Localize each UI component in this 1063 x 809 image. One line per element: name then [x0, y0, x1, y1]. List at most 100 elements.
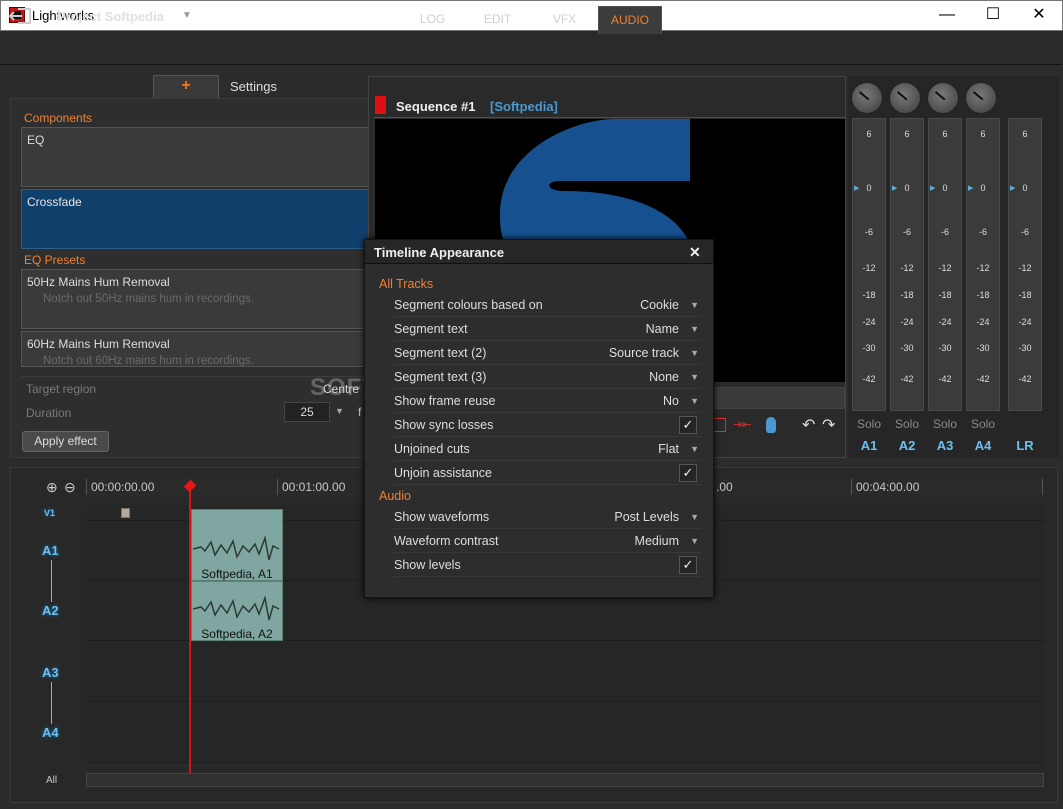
- solo-button[interactable]: Solo: [851, 417, 887, 431]
- minimize-button[interactable]: —: [924, 0, 970, 30]
- chevron-down-icon[interactable]: ▼: [690, 300, 699, 310]
- project-title[interactable]: Project Softpedia: [57, 9, 164, 24]
- chevron-down-icon[interactable]: ▼: [690, 512, 699, 522]
- preset-item[interactable]: 60Hz Mains Hum Removal Notch out 60Hz ma…: [21, 331, 369, 367]
- setting-label: Show waveforms: [394, 510, 490, 524]
- setting-dropdown-value[interactable]: Post Levels: [614, 510, 679, 524]
- chevron-down-icon[interactable]: ▼: [690, 372, 699, 382]
- pan-knob[interactable]: [927, 82, 959, 114]
- dialog-section-heading: All Tracks: [379, 277, 434, 291]
- setting-row[interactable]: Unjoin assistance ✓: [393, 462, 701, 485]
- setting-row[interactable]: Show waveforms Post Levels ▼: [393, 506, 701, 529]
- split-icon[interactable]: ⇥⇤: [733, 418, 753, 432]
- setting-dropdown-value[interactable]: Medium: [635, 534, 679, 548]
- pan-knob[interactable]: [965, 82, 997, 114]
- all-tracks-button[interactable]: All: [46, 775, 57, 786]
- setting-dropdown-value[interactable]: Cookie: [640, 298, 679, 312]
- viewer-status-bar: [706, 387, 845, 409]
- track-label-a4[interactable]: A4: [42, 725, 59, 740]
- project-menu-chevron-icon[interactable]: ▼: [182, 10, 192, 21]
- chevron-down-icon[interactable]: ▼: [690, 444, 699, 454]
- duration-chevron-down-icon[interactable]: ▼: [335, 406, 344, 416]
- audio-clip-a2[interactable]: Softpedia, A2: [191, 581, 283, 641]
- setting-dropdown-value[interactable]: Name: [646, 322, 679, 336]
- solo-button[interactable]: Solo: [927, 417, 963, 431]
- tab-vfx[interactable]: VFX: [537, 6, 592, 34]
- ruler-timecode: 00:01:00.00: [282, 480, 346, 494]
- setting-checkbox[interactable]: ✓: [679, 464, 697, 482]
- fader-handle-icon[interactable]: ▶: [854, 184, 859, 192]
- setting-row[interactable]: Segment text (3) None ▼: [393, 366, 701, 389]
- tab-edit[interactable]: EDIT: [470, 6, 525, 34]
- pan-knob[interactable]: [889, 82, 921, 114]
- tab-log[interactable]: LOG: [405, 6, 460, 34]
- undo-icon[interactable]: ↶: [802, 415, 815, 435]
- setting-dropdown-value[interactable]: No: [663, 394, 679, 408]
- setting-label: Show frame reuse: [394, 394, 496, 408]
- track-lane-a3[interactable]: [87, 641, 1044, 702]
- tab-settings[interactable]: Settings: [230, 79, 277, 94]
- setting-label: Show sync losses: [394, 418, 494, 432]
- add-effect-tab[interactable]: +: [153, 75, 219, 98]
- component-item-crossfade[interactable]: Crossfade: [21, 189, 369, 249]
- tab-audio[interactable]: AUDIO: [598, 6, 662, 34]
- component-item-eq[interactable]: EQ: [21, 127, 369, 187]
- video-marker[interactable]: [121, 508, 130, 518]
- track-link-line: [51, 682, 52, 724]
- microphone-icon[interactable]: [766, 417, 776, 433]
- meter-scale-label: -12: [862, 263, 876, 273]
- dialog-close-icon[interactable]: ✕: [689, 244, 701, 261]
- setting-row[interactable]: Segment text (2) Source track ▼: [393, 342, 701, 365]
- track-label-a1[interactable]: A1: [42, 543, 59, 558]
- meter-scale-label: -42: [976, 374, 990, 384]
- setting-row[interactable]: Show sync losses ✓: [393, 414, 701, 437]
- timeline-scrollbar[interactable]: [86, 773, 1044, 787]
- track-lane-a4[interactable]: [87, 702, 1044, 763]
- apply-effect-button[interactable]: Apply effect: [22, 431, 109, 452]
- setting-row[interactable]: Unjoined cuts Flat ▼: [393, 438, 701, 461]
- exit-project-icon[interactable]: [8, 7, 33, 25]
- setting-checkbox[interactable]: ✓: [679, 556, 697, 574]
- chevron-down-icon[interactable]: ▼: [690, 348, 699, 358]
- fader-handle-icon[interactable]: ▶: [892, 184, 897, 192]
- fader-handle-icon[interactable]: ▶: [1010, 184, 1015, 192]
- setting-label: Segment text (2): [394, 346, 487, 360]
- setting-row[interactable]: Segment text Name ▼: [393, 318, 701, 341]
- pan-knob[interactable]: [851, 82, 883, 114]
- duration-input[interactable]: 25: [284, 402, 330, 422]
- chevron-down-icon[interactable]: ▼: [690, 536, 699, 546]
- mark-in-icon[interactable]: [712, 418, 726, 432]
- solo-button[interactable]: Solo: [965, 417, 1001, 431]
- setting-row[interactable]: Show frame reuse No ▼: [393, 390, 701, 413]
- meter-scale-label: -18: [976, 290, 990, 300]
- ruler-tick: [86, 479, 87, 495]
- zoom-out-icon[interactable]: ⊖: [64, 479, 76, 496]
- setting-row[interactable]: Show levels ✓: [393, 554, 701, 577]
- solo-button[interactable]: Solo: [889, 417, 925, 431]
- fader-handle-icon[interactable]: ▶: [968, 184, 973, 192]
- meter-scale-label: 6: [942, 129, 948, 139]
- meter-scale-label: -24: [900, 317, 914, 327]
- track-label-a3[interactable]: A3: [42, 665, 59, 680]
- audio-clip-a1[interactable]: Softpedia, A1: [191, 509, 283, 581]
- track-label-a2[interactable]: A2: [42, 603, 59, 618]
- chevron-down-icon[interactable]: ▼: [690, 396, 699, 406]
- setting-dropdown-value[interactable]: None: [649, 370, 679, 384]
- redo-icon[interactable]: ↷: [822, 415, 835, 435]
- setting-checkbox[interactable]: ✓: [679, 416, 697, 434]
- close-window-button[interactable]: ✕: [1016, 0, 1062, 30]
- setting-row[interactable]: Waveform contrast Medium ▼: [393, 530, 701, 553]
- setting-row[interactable]: Segment colours based on Cookie ▼: [393, 294, 701, 317]
- preset-item[interactable]: 50Hz Mains Hum Removal Notch out 50Hz ma…: [21, 269, 369, 329]
- maximize-button[interactable]: ☐: [970, 0, 1016, 30]
- setting-dropdown-value[interactable]: Source track: [609, 346, 679, 360]
- chevron-down-icon[interactable]: ▼: [690, 324, 699, 334]
- track-label-v1[interactable]: V1: [44, 508, 55, 518]
- meter-scale-label: -42: [900, 374, 914, 384]
- channel-label: A4: [974, 438, 992, 453]
- zoom-in-icon[interactable]: ⊕: [46, 479, 58, 496]
- fader-handle-icon[interactable]: ▶: [930, 184, 935, 192]
- setting-dropdown-value[interactable]: Flat: [658, 442, 679, 456]
- playhead[interactable]: [189, 486, 191, 786]
- setting-label: Show levels: [394, 558, 461, 572]
